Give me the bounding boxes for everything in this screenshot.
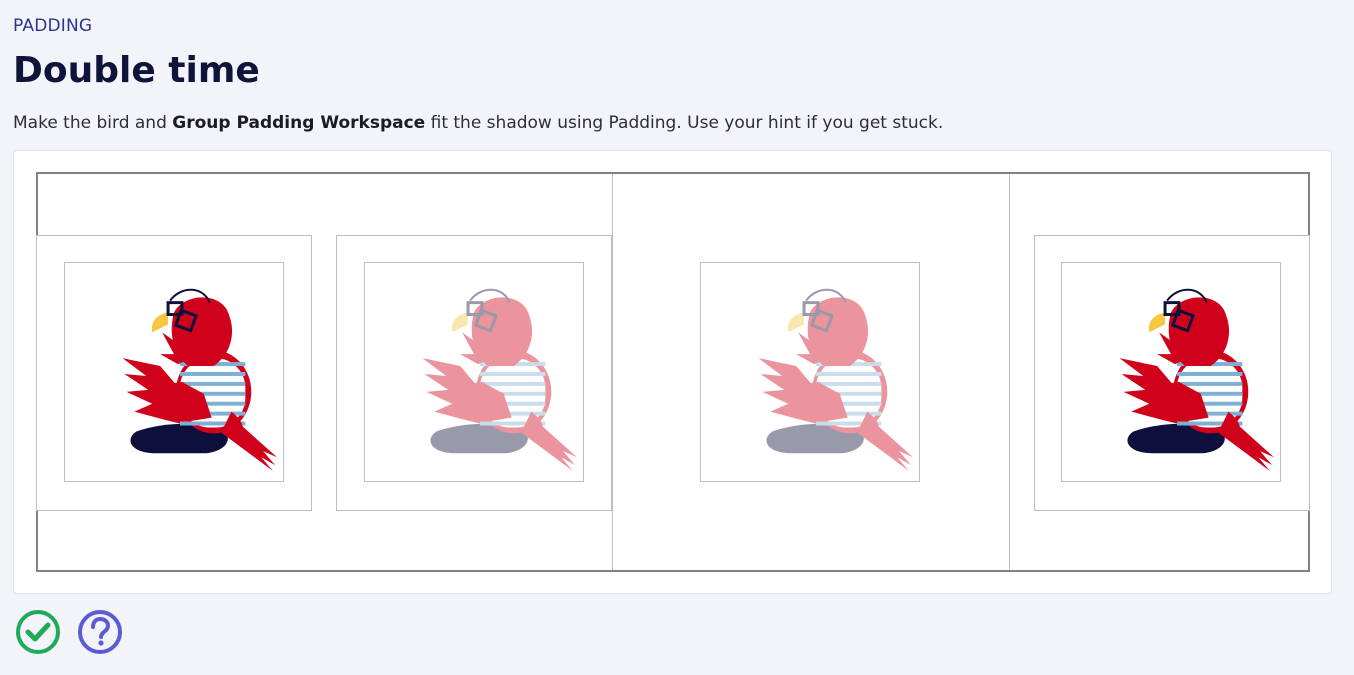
instructions-pre: Make the bird and: [13, 113, 173, 133]
check-circle-icon[interactable]: [15, 609, 61, 655]
bird-box-1[interactable]: [64, 262, 284, 482]
instructions-text: Make the bird and Group Padding Workspac…: [13, 113, 943, 133]
column-divider: [612, 174, 613, 570]
bird-image: [1117, 288, 1276, 473]
shadow-box-1: [364, 262, 584, 482]
page-title: Double time: [13, 50, 260, 91]
bird-image: [120, 288, 279, 473]
question-circle-icon[interactable]: [77, 609, 123, 655]
bird-shadow-image: [756, 288, 915, 473]
group-padding-workspace[interactable]: [36, 172, 1310, 572]
padding-frame-1[interactable]: [36, 235, 312, 511]
bird-shadow-image: [420, 288, 579, 473]
column-divider: [1009, 174, 1010, 570]
shadow-frame-1: [336, 235, 612, 511]
instructions-post: fit the shadow using Padding. Use your h…: [425, 113, 944, 133]
instructions-bold: Group Padding Workspace: [172, 113, 426, 133]
section-label: PADDING: [13, 16, 93, 36]
padding-frame-2[interactable]: [1034, 235, 1310, 511]
shadow-box-2: [700, 262, 920, 482]
bird-box-2[interactable]: [1061, 262, 1281, 482]
